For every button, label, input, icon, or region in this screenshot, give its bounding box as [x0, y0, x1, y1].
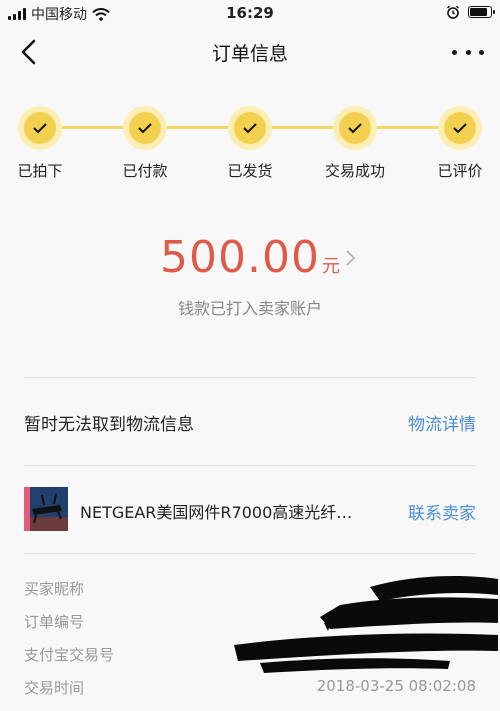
trade-time-value: 2018-03-25 08:02:08 [316, 677, 476, 695]
amount-link[interactable]: 500.00 元 [160, 232, 340, 283]
step-label: 已评价 [437, 162, 483, 180]
page-title: 订单信息 [211, 43, 288, 65]
battery-icon [468, 6, 495, 18]
buyer-row: 买家昵称 [24, 578, 476, 599]
logistics-detail-link[interactable]: 物流详情 [408, 410, 476, 435]
battery-fill [470, 8, 488, 16]
step-dot [123, 106, 167, 150]
more-dot-icon [479, 49, 484, 55]
check-icon [243, 123, 257, 134]
order-progress: 已拍下 已付款 已发货 交易成功 已评价 [0, 102, 500, 182]
product-row[interactable]: NETGEAR美国网件R7000高速光纤… 联系卖家 [24, 487, 476, 531]
step-completed: 交易成功 [315, 102, 395, 181]
step-dot [438, 106, 482, 150]
amount-value: 500.00 [160, 232, 320, 283]
step-dot [228, 106, 272, 150]
trade-time-row: 交易时间 2018-03-25 08:02:08 [24, 677, 476, 698]
step-reviewed: 已评价 [420, 102, 500, 181]
logistics-status: 暂时无法取到物流信息 [24, 415, 194, 435]
nav-bar: 订单信息 [0, 26, 500, 78]
check-icon [138, 123, 152, 134]
check-icon [33, 123, 47, 134]
contact-seller-button[interactable]: 联系卖家 [408, 499, 476, 524]
status-bar-right [446, 5, 495, 19]
check-icon [453, 123, 467, 134]
step-paid: 已付款 [105, 102, 185, 181]
product-name[interactable]: NETGEAR美国网件R7000高速光纤… [80, 499, 380, 523]
alarm-icon [446, 5, 460, 19]
check-icon [348, 123, 362, 134]
step-label: 已发货 [227, 162, 273, 180]
payment-note: 钱款已打入卖家账户 [177, 299, 322, 318]
order-number-row: 订单编号 [24, 611, 476, 632]
product-thumbnail[interactable] [24, 487, 68, 531]
step-label: 已付款 [122, 162, 168, 180]
trade-time-label: 交易时间 [24, 679, 85, 697]
step-label: 交易成功 [324, 162, 385, 180]
amount-section: 500.00 元 钱款已打入卖家账户 [0, 232, 500, 319]
more-dot-icon [465, 49, 471, 55]
alipay-number-row: 支付宝交易号 [24, 644, 476, 665]
step-dot [18, 106, 62, 150]
buyer-label: 买家昵称 [24, 580, 85, 598]
more-button[interactable] [452, 40, 484, 64]
step-shipped: 已发货 [210, 102, 290, 181]
step-placed: 已拍下 [0, 102, 80, 181]
step-label: 已拍下 [17, 162, 63, 180]
status-time: 16:29 [226, 4, 274, 22]
chevron-right-icon[interactable] [344, 248, 358, 268]
divider [24, 553, 476, 554]
status-bar: 中国移动 16:29 [0, 0, 500, 26]
more-dot-icon [452, 49, 457, 55]
divider [24, 465, 476, 466]
order-number-label: 订单编号 [24, 613, 85, 631]
alipay-number-label: 支付宝交易号 [24, 646, 115, 664]
amount-unit: 元 [321, 256, 340, 277]
divider [24, 377, 476, 378]
step-dot [333, 106, 377, 150]
